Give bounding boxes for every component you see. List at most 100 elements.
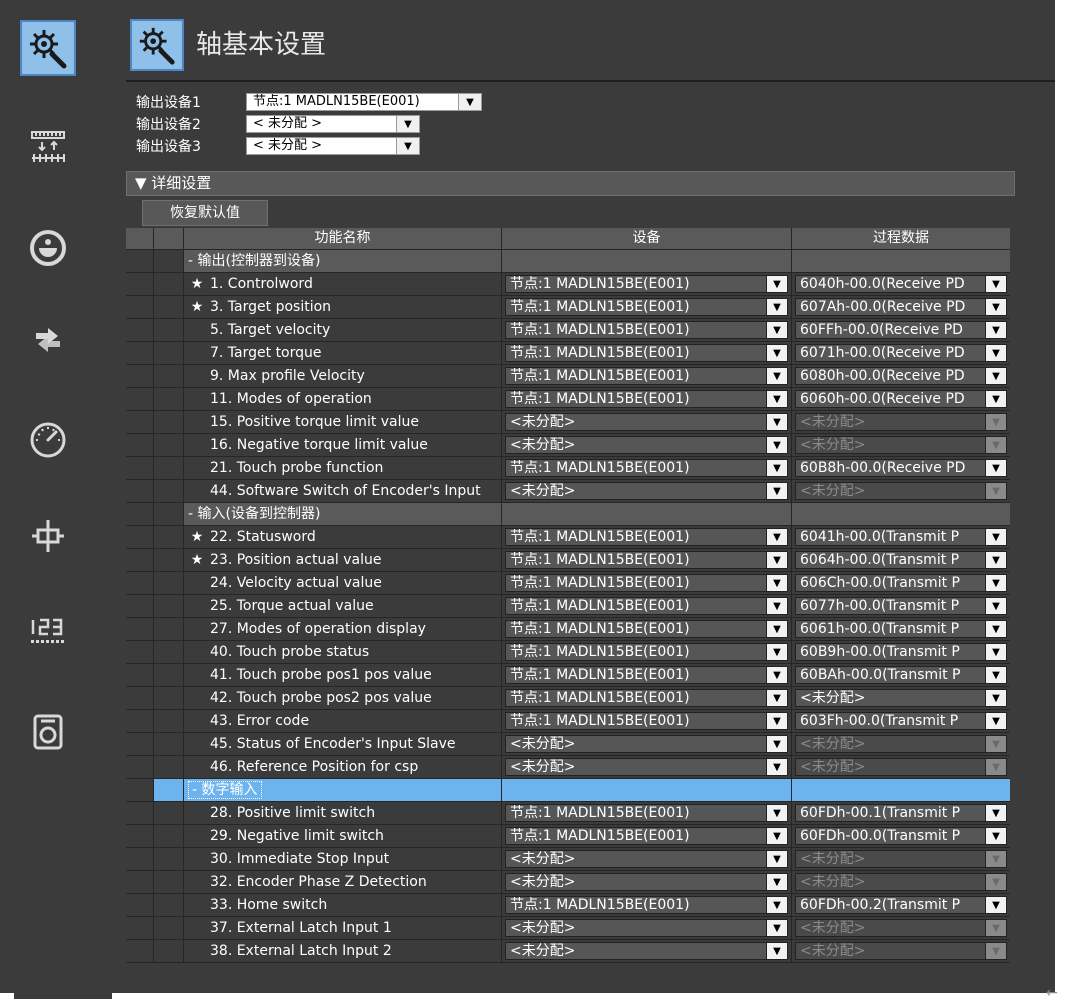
chevron-down-icon[interactable]: ▼ xyxy=(766,414,787,430)
chevron-down-icon[interactable]: ▼ xyxy=(766,345,787,361)
process-data-select[interactable]: 60FDh-00.2(Transmit P ▼ xyxy=(795,896,1007,914)
chevron-down-icon[interactable]: ▼ xyxy=(985,621,1006,637)
chevron-down-icon[interactable]: ▼ xyxy=(985,667,1006,683)
process-data-select[interactable]: 60B9h-00.0(Transmit P ▼ xyxy=(795,643,1007,661)
table-row[interactable]: 24. Velocity actual value 节点:1 MADLN15BE(… xyxy=(126,572,1010,595)
chevron-down-icon[interactable]: ▼ xyxy=(396,116,419,132)
table-row[interactable]: 46. Reference Position for csp <未分配> ▼ <未分配… xyxy=(126,756,1010,779)
table-row[interactable]: 41. Touch probe pos1 pos value 节点:1 MADLN… xyxy=(126,664,1010,687)
chevron-down-icon[interactable]: ▼ xyxy=(985,276,1006,292)
device-select[interactable]: 节点:1 MADLN15BE(E001) ▼ xyxy=(505,459,788,477)
table-row[interactable]: 9. Max profile Velocity 节点:1 MADLN15BE(E0… xyxy=(126,365,1010,388)
chevron-down-icon[interactable]: ▼ xyxy=(766,851,787,867)
device-select[interactable]: <未分配> ▼ xyxy=(505,942,788,960)
chevron-down-icon[interactable]: ▼ xyxy=(985,828,1006,844)
table-group-row[interactable]: - 输出(控制器到设备) xyxy=(126,250,1010,273)
table-row[interactable]: ★ 3. Target position 节点:1 MADLN15BE(E001) ▼… xyxy=(126,296,1010,319)
chevron-down-icon[interactable]: ▼ xyxy=(458,94,481,110)
table-row[interactable]: 45. Status of Encoder's Input Slave <未分配>… xyxy=(126,733,1010,756)
chevron-down-icon[interactable]: ▼ xyxy=(985,345,1006,361)
chevron-down-icon[interactable]: ▼ xyxy=(766,276,787,292)
device-select[interactable]: <未分配> ▼ xyxy=(505,436,788,454)
chevron-down-icon[interactable]: ▼ xyxy=(766,690,787,706)
table-row[interactable]: 21. Touch probe function 节点:1 MADLN15BE(E… xyxy=(126,457,1010,480)
table-row[interactable]: 37. External Latch Input 1 <未分配> ▼ <未分配> ▼ xyxy=(126,917,1010,940)
chevron-down-icon[interactable]: ▼ xyxy=(985,368,1006,384)
chevron-down-icon[interactable]: ▼ xyxy=(985,805,1006,821)
device-select[interactable]: 节点:1 MADLN15BE(E001) ▼ xyxy=(505,643,788,661)
sidebar-position-count-button[interactable] xyxy=(20,508,76,564)
table-row[interactable]: 44. Software Switch of Encoder's Input <未… xyxy=(126,480,1010,503)
device-select[interactable]: 节点:1 MADLN15BE(E001) ▼ xyxy=(505,298,788,316)
device-select[interactable]: 节点:1 MADLN15BE(E001) ▼ xyxy=(505,712,788,730)
process-data-select[interactable]: 60BAh-00.0(Transmit P ▼ xyxy=(795,666,1007,684)
device-select[interactable]: 节点:1 MADLN15BE(E001) ▼ xyxy=(505,827,788,845)
chevron-down-icon[interactable]: ▼ xyxy=(985,644,1006,660)
device-select[interactable]: 节点:1 MADLN15BE(E001) ▼ xyxy=(505,574,788,592)
sidebar-limit-button[interactable] xyxy=(20,412,76,468)
chevron-down-icon[interactable]: ▼ xyxy=(985,713,1006,729)
chevron-down-icon[interactable]: ▼ xyxy=(985,322,1006,338)
device-select[interactable]: <未分配> ▼ xyxy=(505,413,788,431)
process-data-select[interactable]: 6061h-00.0(Transmit P ▼ xyxy=(795,620,1007,638)
table-row[interactable]: 38. External Latch Input 2 <未分配> ▼ <未分配> ▼ xyxy=(126,940,1010,963)
chevron-down-icon[interactable]: ▼ xyxy=(766,805,787,821)
table-row[interactable]: 43. Error code 节点:1 MADLN15BE(E001) ▼ 603Fh… xyxy=(126,710,1010,733)
device-select[interactable]: 节点:1 MADLN15BE(E001) ▼ xyxy=(505,528,788,546)
table-row[interactable]: 15. Positive torque limit value <未分配> ▼ <未分… xyxy=(126,411,1010,434)
chevron-down-icon[interactable]: ▼ xyxy=(985,598,1006,614)
chevron-down-icon[interactable]: ▼ xyxy=(985,391,1006,407)
table-row[interactable]: ★ 23. Position actual value 节点:1 MADLN15BE… xyxy=(126,549,1010,572)
process-data-select[interactable]: 606Ch-00.0(Transmit P ▼ xyxy=(795,574,1007,592)
chevron-down-icon[interactable]: ▼ xyxy=(766,575,787,591)
table-row[interactable]: 11. Modes of operation 节点:1 MADLN15BE(E00… xyxy=(126,388,1010,411)
process-data-select[interactable]: 6071h-00.0(Receive PD ▼ xyxy=(795,344,1007,362)
process-data-select[interactable]: 60B8h-00.0(Receive PD ▼ xyxy=(795,459,1007,477)
table-row[interactable]: 16. Negative torque limit value <未分配> ▼ <未分… xyxy=(126,434,1010,457)
restore-defaults-button[interactable]: 恢复默认值 xyxy=(142,200,268,226)
chevron-down-icon[interactable]: ▼ xyxy=(766,460,787,476)
table-row[interactable]: 33. Home switch 节点:1 MADLN15BE(E001) ▼ 60FD… xyxy=(126,894,1010,917)
device-select[interactable]: 节点:1 MADLN15BE(E001) ▼ xyxy=(505,689,788,707)
chevron-down-icon[interactable]: ▼ xyxy=(766,368,787,384)
chevron-down-icon[interactable]: ▼ xyxy=(985,690,1006,706)
process-data-select[interactable]: 60FFh-00.0(Receive PD ▼ xyxy=(795,321,1007,339)
sidebar-other-button[interactable] xyxy=(20,312,76,368)
device-select[interactable]: <未分配> ▼ xyxy=(505,758,788,776)
table-row[interactable]: 29. Negative limit switch 节点:1 MADLN15BE(… xyxy=(126,825,1010,848)
group-label[interactable]: - 输入(设备到控制器) xyxy=(184,503,502,525)
chevron-down-icon[interactable]: ▼ xyxy=(766,736,787,752)
table-row[interactable]: 7. Target torque 节点:1 MADLN15BE(E001) ▼ 607… xyxy=(126,342,1010,365)
chevron-down-icon[interactable]: ▼ xyxy=(985,897,1006,913)
process-data-select[interactable]: 6040h-00.0(Receive PD ▼ xyxy=(795,275,1007,293)
process-data-select[interactable]: 6080h-00.0(Receive PD ▼ xyxy=(795,367,1007,385)
table-row[interactable]: 40. Touch probe status 节点:1 MADLN15BE(E00… xyxy=(126,641,1010,664)
device-select[interactable]: 节点:1 MADLN15BE(E001) ▼ xyxy=(505,620,788,638)
output-device-3-select[interactable]: < 未分配 > ▼ xyxy=(246,137,420,155)
device-select[interactable]: 节点:1 MADLN15BE(E001) ▼ xyxy=(505,275,788,293)
device-select[interactable]: 节点:1 MADLN15BE(E001) ▼ xyxy=(505,321,788,339)
chevron-down-icon[interactable]: ▼ xyxy=(766,598,787,614)
device-select[interactable]: 节点:1 MADLN15BE(E001) ▼ xyxy=(505,896,788,914)
table-row[interactable]: ★ 22. Statusword 节点:1 MADLN15BE(E001) ▼ 6041… xyxy=(126,526,1010,549)
table-row[interactable]: 30. Immediate Stop Input <未分配> ▼ <未分配> ▼ xyxy=(126,848,1010,871)
process-data-select[interactable]: 60FDh-00.1(Transmit P ▼ xyxy=(795,804,1007,822)
chevron-down-icon[interactable]: ▼ xyxy=(985,460,1006,476)
chevron-down-icon[interactable]: ▼ xyxy=(766,874,787,890)
table-group-row[interactable]: - 数字输入 xyxy=(126,779,1010,802)
device-select[interactable]: <未分配> ▼ xyxy=(505,735,788,753)
process-data-select[interactable]: 6064h-00.0(Transmit P ▼ xyxy=(795,551,1007,569)
table-group-row[interactable]: - 输入(设备到控制器) xyxy=(126,503,1010,526)
table-row[interactable]: 5. Target velocity 节点:1 MADLN15BE(E001) ▼ 6… xyxy=(126,319,1010,342)
chevron-down-icon[interactable]: ▼ xyxy=(766,644,787,660)
table-row[interactable]: 42. Touch probe pos2 pos value 节点:1 MADLN… xyxy=(126,687,1010,710)
process-data-select[interactable]: 603Fh-00.0(Transmit P ▼ xyxy=(795,712,1007,730)
process-data-select[interactable]: 6077h-00.0(Transmit P ▼ xyxy=(795,597,1007,615)
chevron-down-icon[interactable]: ▼ xyxy=(766,552,787,568)
chevron-down-icon[interactable]: ▼ xyxy=(985,575,1006,591)
chevron-down-icon[interactable]: ▼ xyxy=(766,391,787,407)
chevron-down-icon[interactable]: ▼ xyxy=(766,759,787,775)
sidebar-servo-drive-button[interactable] xyxy=(20,602,76,658)
process-data-select[interactable]: 6041h-00.0(Transmit P ▼ xyxy=(795,528,1007,546)
chevron-down-icon[interactable]: ▼ xyxy=(985,552,1006,568)
